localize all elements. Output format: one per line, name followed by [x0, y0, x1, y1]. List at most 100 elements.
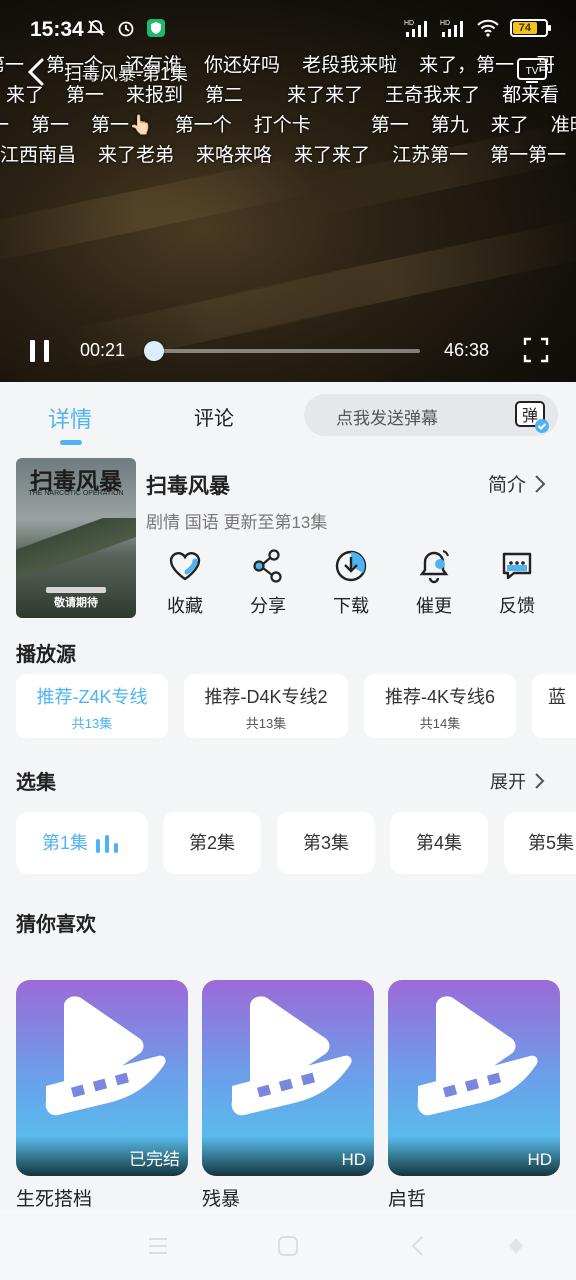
wifi-icon	[477, 19, 499, 37]
bell-icon	[419, 550, 449, 584]
recommend-card[interactable]: HD 启哲	[388, 980, 560, 1211]
download-button[interactable]: 下载	[316, 548, 386, 618]
recommend-badge: HD	[341, 1150, 366, 1169]
back-arrow-icon[interactable]	[22, 56, 52, 88]
recommend-name: 残暴	[202, 1189, 241, 1210]
expand-episodes-link[interactable]: 展开	[490, 768, 546, 794]
app-logo-icon	[417, 996, 538, 1116]
svg-text:弹: 弹	[522, 406, 538, 425]
cast-tv-icon[interactable]: TV	[516, 56, 548, 84]
recommend-name: 启哲	[388, 1189, 427, 1210]
recommend-thumbnail: HD	[388, 980, 560, 1176]
sources-title: 播放源	[16, 644, 76, 666]
download-icon	[335, 550, 367, 582]
app-logo-icon	[231, 996, 352, 1116]
app-logo-icon	[45, 996, 166, 1116]
chevron-right-icon	[535, 773, 545, 789]
float-ball-icon[interactable]	[504, 1234, 528, 1258]
expand-label: 展开	[490, 772, 526, 792]
heart-icon	[169, 552, 201, 581]
shield-icon	[147, 19, 165, 37]
clock: 15:34	[30, 18, 84, 41]
source-count: 共13集	[245, 716, 287, 731]
episode-item[interactable]: 第1集	[16, 812, 148, 874]
source-name: 蓝	[548, 687, 566, 707]
favorite-label: 收藏	[167, 596, 203, 616]
fullscreen-icon[interactable]	[522, 336, 550, 364]
source-count: 共14集	[419, 716, 461, 731]
tab-indicator	[60, 440, 82, 445]
progress-bar[interactable]	[144, 341, 420, 361]
danmu-send-input[interactable]: 点我发送弹幕 弹	[304, 394, 558, 436]
show-meta: 剧情 国语 更新至第13集	[146, 513, 328, 532]
player-controls: 00:21 46:38	[0, 330, 576, 370]
current-time: 00:21	[80, 340, 126, 360]
show-poster[interactable]: 扫毒风暴 THE NARCOTIC OPERATION 敬请期待	[16, 458, 136, 618]
source-item[interactable]: 推荐-D4K专线2 共13集	[184, 674, 348, 738]
home-icon[interactable]	[276, 1234, 300, 1258]
svg-text:HD: HD	[404, 20, 414, 27]
total-time: 46:38	[444, 340, 490, 360]
detail-panel: 详情 评论 点我发送弹幕 弹 扫毒风暴 THE NARCOTIC OPERATI…	[0, 382, 576, 1280]
episode-label: 第4集	[415, 833, 462, 853]
share-button[interactable]: 分享	[233, 548, 303, 618]
battery-icon: 74	[510, 19, 551, 37]
action-row: 收藏 分享 下载 催更 反馈	[150, 548, 560, 618]
episode-label: 第3集	[302, 833, 349, 853]
poster-footer: 敬请期待	[54, 597, 98, 609]
episode-item[interactable]: 第5集	[504, 812, 576, 874]
source-item[interactable]: 推荐-Z4K专线 共13集	[16, 674, 168, 738]
source-name: 推荐-Z4K专线	[36, 687, 148, 707]
episode-label: 第5集	[528, 833, 575, 853]
recommend-card[interactable]: 已完结 生死搭档	[16, 980, 188, 1211]
tab-comments[interactable]: 评论	[194, 402, 234, 431]
svg-text:TV: TV	[526, 66, 539, 77]
feedback-button[interactable]: 反馈	[482, 548, 552, 618]
episodes-title: 选集	[16, 772, 56, 794]
source-item[interactable]: 蓝	[532, 674, 576, 738]
tab-details[interactable]: 详情	[48, 402, 92, 434]
poster-subtitle: THE NARCOTIC OPERATION	[28, 490, 124, 497]
favorite-button[interactable]: 收藏	[150, 548, 220, 618]
source-count: 共13集	[71, 716, 113, 731]
player-topbar: 扫毒风暴-第1集 TV	[0, 54, 576, 90]
episode-item[interactable]: 第3集	[277, 812, 375, 874]
video-title: 扫毒风暴-第1集	[64, 64, 189, 84]
episode-label: 第2集	[188, 833, 235, 853]
status-bar: 15:34 HD HD 74	[0, 0, 576, 58]
source-name: 推荐-4K专线6	[384, 687, 496, 707]
recommend-badge: HD	[527, 1150, 552, 1169]
signal-icon-2: HD	[440, 20, 463, 37]
danmu-placeholder: 点我发送弹幕	[336, 409, 438, 428]
signal-icon: HD	[404, 20, 427, 37]
pause-icon[interactable]	[28, 338, 52, 364]
source-name: 推荐-D4K专线2	[204, 687, 328, 707]
show-title: 扫毒风暴	[146, 475, 230, 498]
intro-link[interactable]: 简介	[488, 470, 546, 497]
menu-icon[interactable]	[146, 1234, 170, 1258]
danmaku-line-3: 一第一第一👆🏻第一个打个卡第一第九来了准时	[0, 115, 576, 136]
alarm-icon	[118, 21, 134, 37]
recommend-name: 生死搭档	[16, 1189, 93, 1210]
download-label: 下载	[333, 596, 369, 616]
mute-icon	[86, 20, 106, 36]
episode-item[interactable]: 第4集	[390, 812, 488, 874]
poster-mountain	[16, 518, 136, 578]
chevron-right-icon	[535, 474, 546, 493]
recommend-card[interactable]: HD 残暴	[202, 980, 374, 1211]
system-navbar	[0, 1210, 576, 1280]
episode-label: 第1集	[41, 833, 88, 853]
source-item[interactable]: 推荐-4K专线6 共14集	[364, 674, 516, 738]
video-player[interactable]: 15:34 HD HD 74 第一第一个还有谁你还好吗老段我来啦来了，第一哥 来…	[0, 0, 576, 382]
intro-label: 简介	[488, 475, 527, 496]
danmu-toggle-icon[interactable]: 弹	[512, 396, 550, 434]
progress-thumb[interactable]	[144, 341, 164, 361]
back-icon[interactable]	[406, 1234, 430, 1258]
episode-item[interactable]: 第2集	[163, 812, 261, 874]
recommend-title: 猜你喜欢	[16, 914, 96, 936]
playing-bars-icon	[96, 835, 122, 854]
feedback-label: 反馈	[499, 596, 535, 616]
recommend-thumbnail: HD	[202, 980, 374, 1176]
urge-update-button[interactable]: 催更	[399, 548, 469, 618]
share-label: 分享	[250, 596, 286, 616]
